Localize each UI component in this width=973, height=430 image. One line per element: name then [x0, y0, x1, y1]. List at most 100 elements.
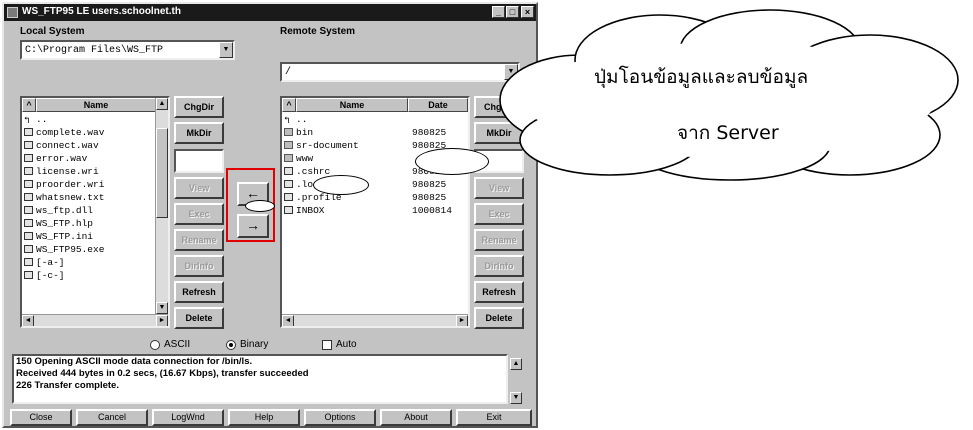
file-icon — [24, 154, 33, 162]
auto-checkbox[interactable] — [322, 340, 332, 350]
scroll-thumb[interactable] — [156, 128, 168, 218]
local-view-button[interactable]: View — [174, 177, 224, 199]
file-name: connect.wav — [36, 140, 99, 151]
chevron-down-icon[interactable]: ▼ — [219, 42, 233, 58]
options-button[interactable]: Options — [304, 409, 376, 426]
list-item[interactable]: bin 980825 — [284, 127, 446, 139]
exit-button[interactable]: Exit — [456, 409, 532, 426]
local-file-list[interactable]: ^ Name ↰.. complete.wav connect.wav error.w… — [20, 96, 170, 328]
log-scrollbar[interactable]: ▲ ▼ — [510, 358, 523, 404]
remote-sort-toggle[interactable]: ^ — [282, 98, 296, 112]
scroll-up-icon[interactable]: ▲ — [510, 358, 522, 370]
local-exec-button[interactable]: Exec — [174, 203, 224, 225]
scroll-up-icon[interactable]: ▲ — [156, 98, 168, 110]
list-item[interactable]: whatsnew.txt — [24, 192, 104, 204]
remote-horizontal-scrollbar[interactable]: ◄ ► — [282, 314, 468, 326]
remote-col-name[interactable]: Name — [296, 98, 408, 112]
file-icon — [284, 193, 293, 201]
remote-col-date[interactable]: Date — [408, 98, 468, 112]
list-item[interactable]: ws_ftp.dll — [24, 205, 93, 217]
title-bar[interactable]: WS_FTP95 LE users.schoolnet.th _ □ × — [4, 4, 536, 21]
file-name: ws_ftp.dll — [36, 205, 94, 216]
remote-path-combo[interactable]: / ▼ — [280, 62, 520, 82]
local-vertical-scrollbar[interactable]: ▲ ▼ — [155, 98, 168, 314]
list-item[interactable]: WS_FTP.hlp — [24, 218, 93, 230]
scroll-right-icon[interactable]: ► — [156, 315, 168, 326]
remote-dirinfo-button[interactable]: DirInfo — [474, 255, 524, 277]
file-date: 1000814 — [412, 205, 452, 216]
remote-exec-button[interactable]: Exec — [474, 203, 524, 225]
list-item[interactable]: ↰.. — [284, 114, 307, 126]
list-item[interactable]: proorder.wri — [24, 179, 104, 191]
local-sort-toggle[interactable]: ^ — [22, 98, 36, 112]
scroll-right-icon[interactable]: ► — [456, 315, 468, 326]
folder-icon — [284, 141, 293, 149]
list-item[interactable]: connect.wav — [24, 140, 99, 152]
local-col-name[interactable]: Name — [36, 98, 156, 112]
file-icon — [24, 219, 33, 227]
local-mkdir-button[interactable]: MkDir — [174, 122, 224, 144]
file-name: WS_FTP95.exe — [36, 244, 105, 255]
file-name: error.wav — [36, 153, 88, 164]
local-dirinfo-button[interactable]: DirInfo — [174, 255, 224, 277]
file-icon — [24, 167, 33, 175]
list-item[interactable]: sr-document 980825 — [284, 140, 446, 152]
list-item[interactable]: www — [284, 153, 313, 165]
file-name: .. — [296, 114, 308, 125]
file-name: license.wri — [36, 166, 99, 177]
local-chgdir-button[interactable]: ChgDir — [174, 96, 224, 118]
auto-label: Auto — [336, 339, 357, 350]
remote-refresh-button[interactable]: Refresh — [474, 281, 524, 303]
local-horizontal-scrollbar[interactable]: ◄ ► — [22, 314, 168, 326]
list-item[interactable]: error.wav — [24, 153, 87, 165]
file-icon — [24, 141, 33, 149]
file-icon — [24, 180, 33, 188]
drive-icon — [24, 271, 33, 279]
folder-icon — [284, 128, 293, 136]
scroll-left-icon[interactable]: ◄ — [282, 315, 294, 326]
binary-label: Binary — [240, 339, 269, 350]
file-icon — [24, 193, 33, 201]
annotation-oval — [313, 175, 369, 195]
list-item[interactable]: complete.wav — [24, 127, 104, 139]
local-refresh-button[interactable]: Refresh — [174, 281, 224, 303]
list-item[interactable]: [-c-] — [24, 270, 65, 282]
scroll-left-icon[interactable]: ◄ — [22, 315, 34, 326]
up-arrow-icon: ↰ — [284, 115, 290, 126]
help-button[interactable]: Help — [228, 409, 300, 426]
file-name: www — [296, 153, 314, 164]
scroll-down-icon[interactable]: ▼ — [156, 302, 168, 314]
callout-text-line-1: ปุ่มโอนข้อมูลและลบข้อมูล — [594, 66, 809, 88]
remote-rename-button[interactable]: Rename — [474, 229, 524, 251]
local-path-combo[interactable]: C:\Program Files\WS_FTP ▼ — [20, 40, 235, 60]
list-item[interactable]: WS_FTP95.exe — [24, 244, 104, 256]
bottom-button-bar: Close Cancel LogWnd Help Options About E… — [6, 409, 534, 426]
message-log[interactable]: 150 Opening ASCII mode data connection f… — [12, 354, 508, 404]
list-item[interactable]: [-a-] — [24, 257, 65, 269]
file-name: whatsnew.txt — [36, 192, 105, 203]
cancel-button[interactable]: Cancel — [76, 409, 148, 426]
file-name: WS_FTP.hlp — [36, 218, 94, 229]
file-name: .cshrc — [296, 166, 331, 177]
ascii-radio[interactable] — [150, 340, 160, 350]
file-icon — [24, 245, 33, 253]
cloud-callout-shape — [499, 9, 959, 181]
logwnd-button[interactable]: LogWnd — [152, 409, 224, 426]
list-item[interactable]: license.wri — [24, 166, 99, 178]
local-rename-button[interactable]: Rename — [174, 229, 224, 251]
file-name: complete.wav — [36, 127, 105, 138]
scroll-down-icon[interactable]: ▼ — [510, 392, 522, 404]
remote-file-list[interactable]: ^ Name Date ↰.. bin 980825 sr-document 98082… — [280, 96, 470, 328]
remote-system-label: Remote System — [280, 26, 356, 37]
close-button[interactable]: Close — [10, 409, 72, 426]
local-path-value: C:\Program Files\WS_FTP — [25, 45, 164, 56]
about-button[interactable]: About — [380, 409, 452, 426]
list-item[interactable]: ↰.. — [24, 114, 47, 126]
remote-delete-button[interactable]: Delete — [474, 307, 524, 329]
log-line: Received 444 bytes in 0.2 secs, (16.67 K… — [16, 368, 309, 379]
local-filter-field[interactable] — [174, 149, 224, 173]
binary-radio[interactable] — [226, 340, 236, 350]
local-delete-button[interactable]: Delete — [174, 307, 224, 329]
list-item[interactable]: INBOX 1000814 — [284, 205, 452, 217]
list-item[interactable]: WS_FTP.ini — [24, 231, 93, 243]
